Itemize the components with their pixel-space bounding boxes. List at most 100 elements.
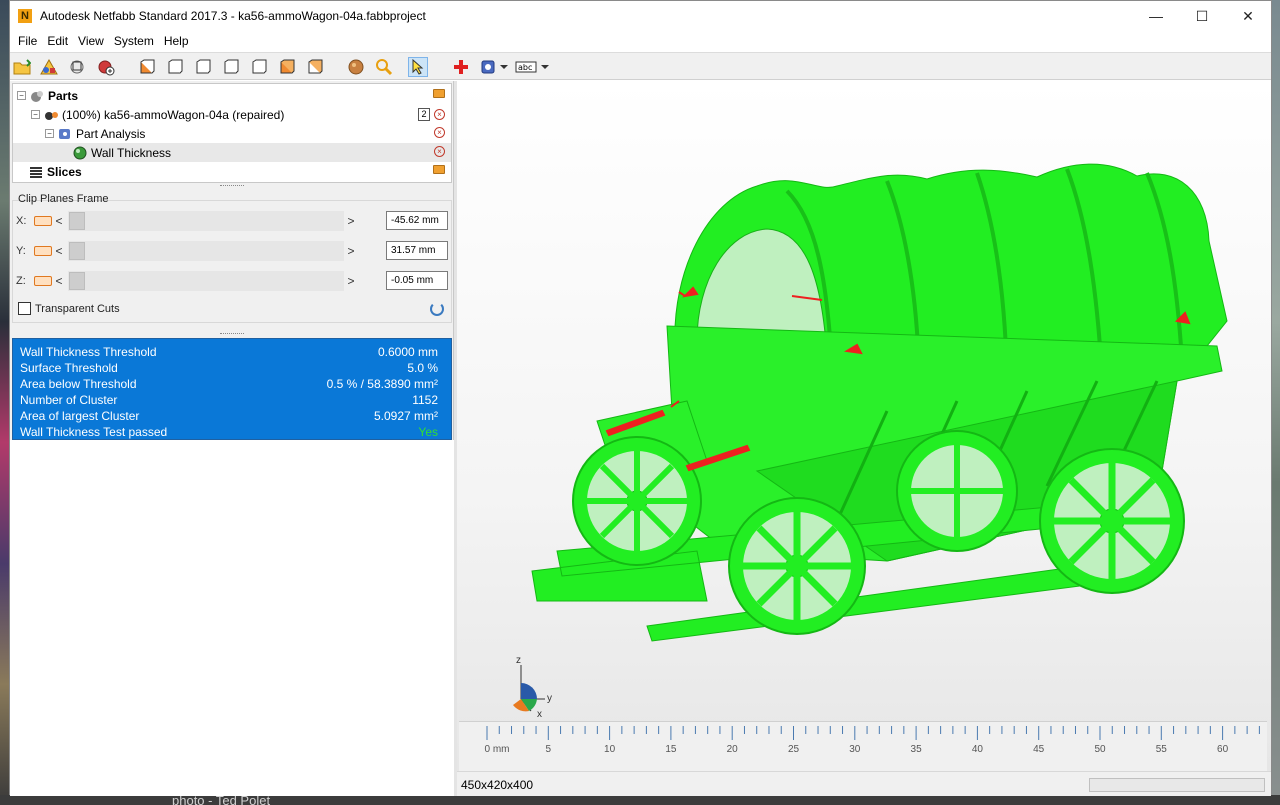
view-iso-icon[interactable] (305, 57, 325, 77)
measure-icon[interactable] (68, 57, 88, 77)
folder-icon[interactable] (433, 89, 445, 98)
clip-x-increase[interactable]: > (344, 214, 358, 228)
result-label: Surface Threshold (20, 361, 118, 375)
clip-z-decrease[interactable]: < (52, 274, 66, 288)
select-cursor-icon[interactable] (408, 57, 428, 77)
desktop-left-strip (0, 0, 9, 805)
menu-edit[interactable]: Edit (42, 31, 73, 51)
menu-file[interactable]: File (13, 31, 42, 51)
panel-grip[interactable] (220, 185, 244, 187)
result-value: 1152 (412, 393, 438, 407)
menu-bar: File Edit View System Help (10, 31, 1271, 51)
transparent-cuts-label: Transparent Cuts (35, 302, 120, 315)
status-bar: 450x420x400 (457, 771, 1271, 796)
view-back-icon[interactable] (165, 57, 185, 77)
clip-y-increase[interactable]: > (344, 244, 358, 258)
clip-x-field[interactable]: -45.62 mm (386, 211, 448, 230)
tree-label-analysis: Part Analysis (76, 126, 146, 141)
clip-y-slider[interactable] (68, 241, 344, 261)
slider-thumb[interactable] (69, 242, 85, 260)
left-panel-blank (10, 440, 454, 796)
view-bottom-icon[interactable] (277, 57, 297, 77)
clip-label-x: X: (16, 215, 27, 227)
result-value-passed: Yes (418, 425, 438, 439)
clip-toggle-x-icon[interactable] (34, 216, 52, 226)
desktop-right-strip (1272, 0, 1280, 805)
ruler-label: 25 (787, 744, 800, 755)
collapse-toggle-icon[interactable]: − (31, 110, 40, 119)
clip-planes-frame: Clip Planes Frame X: < > -45.62 mm Y: < … (12, 189, 452, 323)
remove-icon[interactable]: × (434, 127, 445, 138)
ruler-label: 35 (910, 744, 922, 755)
transparent-cuts-checkbox[interactable] (18, 302, 31, 315)
panel-grip[interactable] (220, 333, 244, 335)
collapse-toggle-icon[interactable]: − (17, 91, 26, 100)
clip-toggle-z-icon[interactable] (34, 276, 52, 286)
view-top-icon[interactable] (249, 57, 269, 77)
analysis-dropdown-icon[interactable] (479, 57, 511, 77)
part-badge: 2 (418, 108, 430, 121)
transparent-cuts-row[interactable]: Transparent Cuts (18, 302, 120, 315)
clip-y-decrease[interactable]: < (52, 244, 66, 258)
remove-icon[interactable]: × (434, 109, 445, 120)
tree-row-part[interactable]: − (100%) ka56-ammoWagon-04a (repaired) 2… (13, 105, 451, 124)
svg-text:abc: abc (518, 63, 532, 72)
ruler-label: 15 (665, 744, 677, 755)
tree-row-parts[interactable]: − Parts (13, 86, 451, 105)
app-logo-icon: N (18, 9, 32, 23)
slider-thumb[interactable] (69, 212, 85, 230)
view-left-icon[interactable] (193, 57, 213, 77)
tree-row-slices[interactable]: Slices (13, 162, 451, 181)
left-panel: − Parts − (100%) ka56-ammoWagon-04a (rep… (10, 81, 454, 796)
clip-z-field[interactable]: -0.05 mm (386, 271, 448, 290)
status-dimensions: 450x420x400 (461, 778, 534, 792)
clip-z-increase[interactable]: > (344, 274, 358, 288)
clip-y-field[interactable]: 31.57 mm (386, 241, 448, 260)
remove-icon[interactable]: × (434, 146, 445, 157)
result-value: 0.5 % / 58.3890 mm² (326, 377, 438, 391)
zoom-icon[interactable] (374, 57, 394, 77)
add-sphere-icon[interactable] (96, 57, 116, 77)
axis-label-x: x (537, 709, 542, 720)
tree-label-part: (100%) ka56-ammoWagon-04a (repaired) (62, 107, 285, 122)
clip-x-decrease[interactable]: < (52, 214, 66, 228)
3d-viewport[interactable]: z y x 0 mm 5 10 15 20 25 30 35 40 45 50 55 60 (457, 81, 1271, 771)
ruler-label: 40 (971, 744, 983, 755)
result-row: Wall Thickness Threshold 0.6000 mm (20, 345, 438, 361)
result-label: Wall Thickness Threshold (20, 345, 157, 359)
menu-help[interactable]: Help (159, 31, 194, 51)
shading-sphere-icon[interactable] (346, 57, 366, 77)
view-front-icon[interactable] (137, 57, 157, 77)
open-folder-icon[interactable] (12, 57, 32, 77)
project-tree: − Parts − (100%) ka56-ammoWagon-04a (rep… (12, 83, 452, 183)
ruler-label: 30 (849, 744, 861, 755)
ruler-label: 45 (1033, 744, 1045, 755)
result-label: Area below Threshold (20, 377, 137, 391)
menu-view[interactable]: View (73, 31, 109, 51)
view-right-icon[interactable] (221, 57, 241, 77)
repair-cross-icon[interactable] (451, 57, 471, 77)
ruler-ticks (486, 726, 1260, 740)
menu-system[interactable]: System (109, 31, 159, 51)
clip-x-slider[interactable] (68, 211, 344, 231)
slider-thumb[interactable] (69, 272, 85, 290)
label-text-dropdown-icon[interactable]: abc (515, 57, 551, 77)
clip-row-x: X: < > -45.62 mm (16, 209, 448, 233)
folder-icon[interactable] (433, 165, 445, 174)
parts-icon (30, 89, 44, 103)
ruler-label: 5 (545, 744, 552, 755)
result-row: Area below Threshold 0.5 % / 58.3890 mm² (20, 377, 438, 393)
tree-row-wall-thickness[interactable]: Wall Thickness × (13, 143, 451, 162)
wagon-model[interactable] (457, 81, 1271, 721)
collapse-toggle-icon[interactable]: − (45, 129, 54, 138)
add-part-icon[interactable] (39, 57, 59, 77)
maximize-button[interactable]: ☐ (1179, 1, 1225, 31)
clip-toggle-y-icon[interactable] (34, 246, 52, 256)
refresh-icon[interactable] (430, 302, 444, 316)
tree-row-analysis[interactable]: − Part Analysis × (13, 124, 451, 143)
axis-gizmo: z y x (507, 655, 567, 725)
rear-left-wheel (896, 430, 1018, 552)
clip-z-slider[interactable] (68, 271, 344, 291)
minimize-button[interactable]: — (1133, 1, 1179, 31)
close-button[interactable]: ✕ (1225, 1, 1271, 31)
